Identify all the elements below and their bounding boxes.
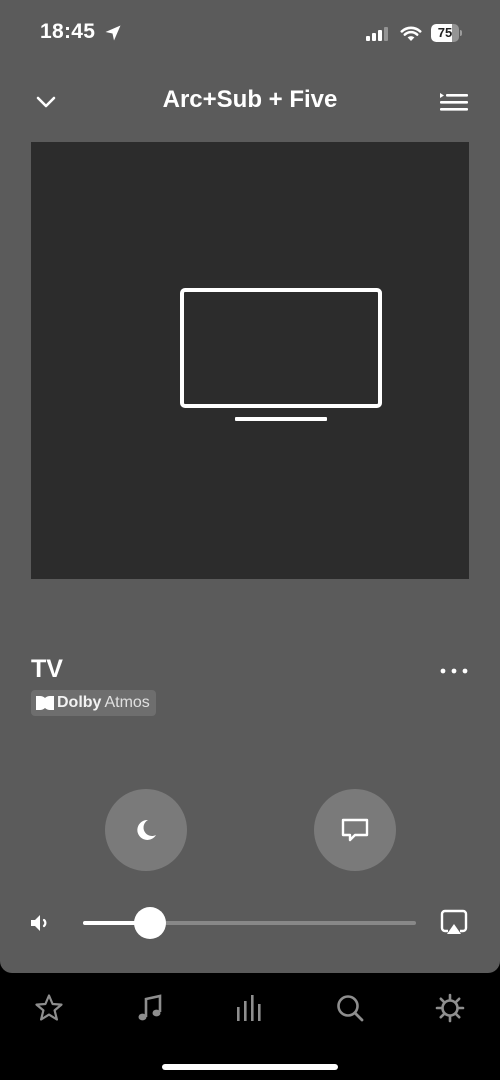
room-title: Arc+Sub + Five (162, 86, 338, 113)
home-indicator (162, 1064, 338, 1070)
dolby-format: Atmos (104, 694, 150, 711)
speaker-icon[interactable] (28, 911, 54, 935)
cellular-signal-icon (366, 27, 388, 41)
status-time: 18:45 (40, 20, 96, 43)
speech-enhancement-button[interactable] (314, 789, 396, 871)
chevron-down-icon[interactable] (30, 86, 62, 118)
wifi-icon (400, 26, 422, 41)
volume-slider[interactable] (83, 907, 416, 939)
search-icon (337, 995, 364, 1022)
battery-level: 75 (437, 25, 453, 40)
dolby-brand: Dolby (57, 694, 102, 711)
speech-bubble-icon (341, 818, 369, 842)
moon-icon (137, 819, 156, 840)
tab-settings[interactable] (430, 988, 470, 1028)
tab-system[interactable] (230, 988, 270, 1028)
star-icon (35, 994, 63, 1021)
tab-music[interactable] (130, 988, 170, 1028)
airplay-icon[interactable] (440, 909, 468, 937)
tv-icon (180, 288, 382, 421)
track-title: TV (31, 655, 63, 683)
battery-icon: 75 (431, 24, 463, 42)
more-icon[interactable] (438, 660, 470, 682)
location-arrow-icon (105, 25, 121, 41)
volume-thumb[interactable] (133, 907, 166, 939)
tab-favorites[interactable] (29, 988, 69, 1028)
artwork (31, 142, 469, 579)
tab-search[interactable] (330, 988, 370, 1028)
gear-icon (435, 993, 465, 1023)
dolby-logo-icon (36, 696, 54, 710)
queue-icon[interactable] (436, 86, 472, 118)
now-playing-sheet: 18:45 75 Arc+Sub + Five TV Dolby Atmos (0, 0, 500, 973)
dolby-atmos-badge: Dolby Atmos (31, 690, 156, 716)
night-sound-button[interactable] (105, 789, 187, 871)
system-bars-icon (237, 995, 261, 1021)
music-note-icon (138, 994, 162, 1021)
